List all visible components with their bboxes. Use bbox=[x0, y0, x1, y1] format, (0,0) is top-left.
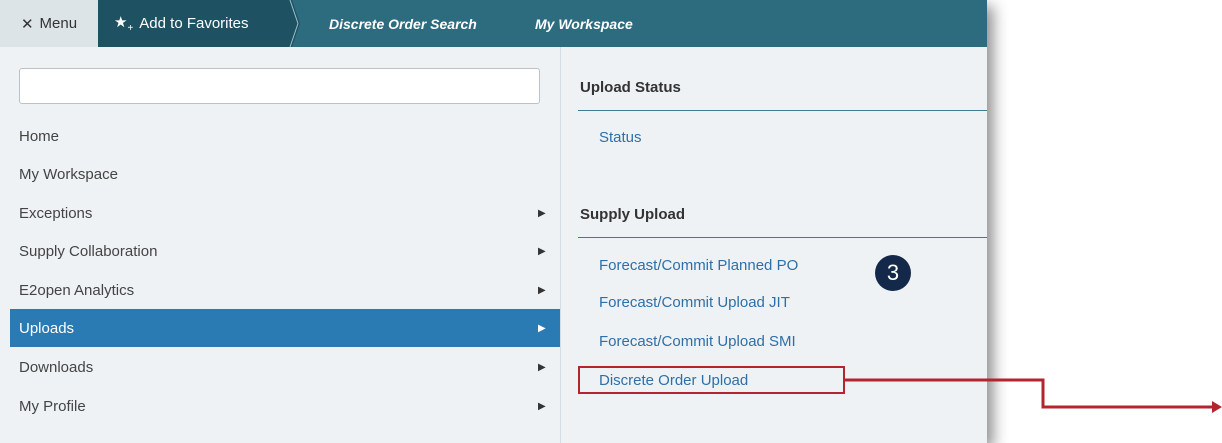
add-to-favorites-button[interactable]: ★+ Add to Favorites bbox=[98, 0, 290, 47]
section-divider bbox=[578, 110, 987, 111]
caret-right-icon: ▶ bbox=[538, 284, 546, 296]
sidebar-item-label: Home bbox=[19, 127, 60, 145]
menu-label: Menu bbox=[39, 15, 78, 32]
sidebar-item-label: My Workspace bbox=[19, 165, 118, 183]
sidebar-item-label: Uploads bbox=[19, 319, 75, 337]
sidebar-item-supply-collaboration[interactable]: Supply Collaboration ▶ bbox=[10, 232, 560, 270]
link-forecast-commit-planned-po[interactable]: Forecast/Commit Planned PO bbox=[599, 257, 798, 274]
caret-right-icon: ▶ bbox=[538, 361, 546, 373]
close-icon: ✕ bbox=[20, 15, 34, 33]
caret-right-icon: ▶ bbox=[538, 207, 546, 219]
sidebar-item-label: My Profile bbox=[19, 397, 86, 415]
sidebar-item-my-profile[interactable]: My Profile ▶ bbox=[10, 387, 560, 425]
section-divider bbox=[578, 237, 987, 238]
breadcrumb-discrete-order-search[interactable]: Discrete Order Search bbox=[329, 0, 477, 47]
caret-right-icon: ▶ bbox=[538, 245, 546, 257]
sidebar-item-my-workspace[interactable]: My Workspace bbox=[10, 155, 560, 193]
caret-right-icon: ▶ bbox=[538, 400, 546, 412]
sidebar-item-label: E2open Analytics bbox=[19, 281, 135, 299]
favorites-label: Add to Favorites bbox=[139, 15, 249, 32]
step-number-badge: 3 bbox=[875, 255, 911, 291]
highlight-box bbox=[578, 366, 845, 394]
sidebar-item-label: Supply Collaboration bbox=[19, 242, 158, 260]
sidebar-item-e2open-analytics[interactable]: E2open Analytics ▶ bbox=[10, 271, 560, 309]
star-plus-icon: ★+ bbox=[114, 14, 134, 34]
breadcrumb-my-workspace[interactable]: My Workspace bbox=[535, 0, 633, 47]
sidebar-item-downloads[interactable]: Downloads ▶ bbox=[10, 348, 560, 386]
sidebar-item-uploads[interactable]: Uploads ▶ bbox=[10, 309, 560, 347]
sidebar-item-home[interactable]: Home bbox=[10, 117, 560, 155]
sidebar-item-label: Exceptions bbox=[19, 204, 93, 222]
search-input[interactable] bbox=[19, 68, 540, 104]
link-forecast-commit-upload-smi[interactable]: Forecast/Commit Upload SMI bbox=[599, 333, 796, 350]
sidebar-item-label: Downloads bbox=[19, 358, 94, 376]
link-forecast-commit-upload-jit[interactable]: Forecast/Commit Upload JIT bbox=[599, 294, 790, 311]
sidebar-item-exceptions[interactable]: Exceptions ▶ bbox=[10, 194, 560, 232]
sidebar-menu: Home My Workspace Exceptions ▶ Supply Co… bbox=[0, 47, 561, 443]
caret-right-icon: ▶ bbox=[538, 322, 546, 334]
chevron-separator-icon bbox=[284, 0, 300, 47]
menu-button[interactable]: ✕ Menu bbox=[0, 0, 98, 47]
section-title-supply-upload: Supply Upload bbox=[580, 206, 685, 223]
link-status[interactable]: Status bbox=[599, 129, 642, 146]
section-title-upload-status: Upload Status bbox=[580, 79, 681, 96]
top-bar: ✕ Menu ★+ Add to Favorites Discrete Orde… bbox=[0, 0, 987, 47]
